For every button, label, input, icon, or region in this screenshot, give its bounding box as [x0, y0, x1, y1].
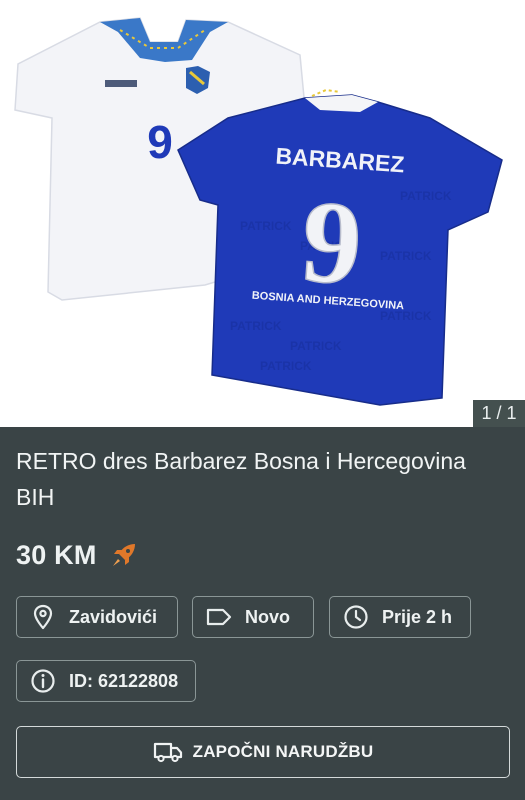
info-icon — [30, 668, 56, 694]
start-order-label: ZAPOČNI NARUDŽBU — [192, 742, 374, 761]
price-row: 30 KM — [16, 538, 137, 572]
tag-icon — [206, 604, 232, 630]
white-jersey-number: 9 — [147, 116, 173, 168]
location-chip[interactable]: Zavidovići — [16, 596, 178, 638]
blue-jersey-number: 9 — [298, 175, 366, 310]
blue-jersey: PATRICK PATRICK PATRICK PATRICK PATRICK PAT… — [177, 88, 503, 406]
rocket-icon — [111, 542, 137, 568]
more-vertical-icon — [491, 29, 497, 53]
share-button[interactable] — [426, 22, 464, 60]
share-icon — [433, 28, 457, 54]
back-button[interactable] — [12, 22, 50, 60]
price: 30 KM — [16, 539, 97, 570]
svg-text:PATRICK: PATRICK — [290, 339, 342, 353]
svg-text:PATRICK: PATRICK — [260, 359, 312, 373]
time-label: Prije 2 h — [382, 606, 453, 627]
listing-title: RETRO dres Barbarez Bosna i Hercegovina … — [16, 448, 466, 510]
favorite-button[interactable] — [376, 22, 414, 60]
time-chip[interactable]: Prije 2 h — [329, 596, 471, 638]
jerseys-image: 9 PATRICKPATRICK PATRICKPATRICK PATRICKP… — [14, 17, 503, 406]
listing-details: RETRO dres Barbarez Bosna i Hercegovina … — [0, 427, 525, 800]
clock-icon — [343, 604, 369, 630]
id-label: ID: 62122808 — [69, 670, 179, 691]
svg-text:PATRICK: PATRICK — [400, 189, 452, 203]
svg-text:PATRICK: PATRICK — [230, 319, 282, 333]
image-counter: 1 / 1 — [473, 400, 525, 427]
map-pin-icon — [30, 604, 56, 630]
svg-text:PATRICK: PATRICK — [240, 219, 292, 233]
condition-chip[interactable]: Novo — [192, 596, 314, 638]
id-chip[interactable]: ID: 62122808 — [16, 660, 196, 702]
start-order-button[interactable]: ZAPOČNI NARUDŽBU — [16, 726, 510, 778]
svg-text:PATRICK: PATRICK — [380, 249, 432, 263]
truck-icon — [153, 740, 183, 764]
condition-label: Novo — [245, 606, 290, 627]
arrow-left-icon — [20, 31, 42, 51]
more-options-button[interactable] — [475, 22, 513, 60]
location-label: Zavidovići — [69, 606, 158, 627]
heart-outline-icon — [380, 27, 410, 54]
product-photo[interactable]: 9 PATRICK PATRICK PATRICK PATRICK PATRICK P… — [0, 0, 525, 427]
